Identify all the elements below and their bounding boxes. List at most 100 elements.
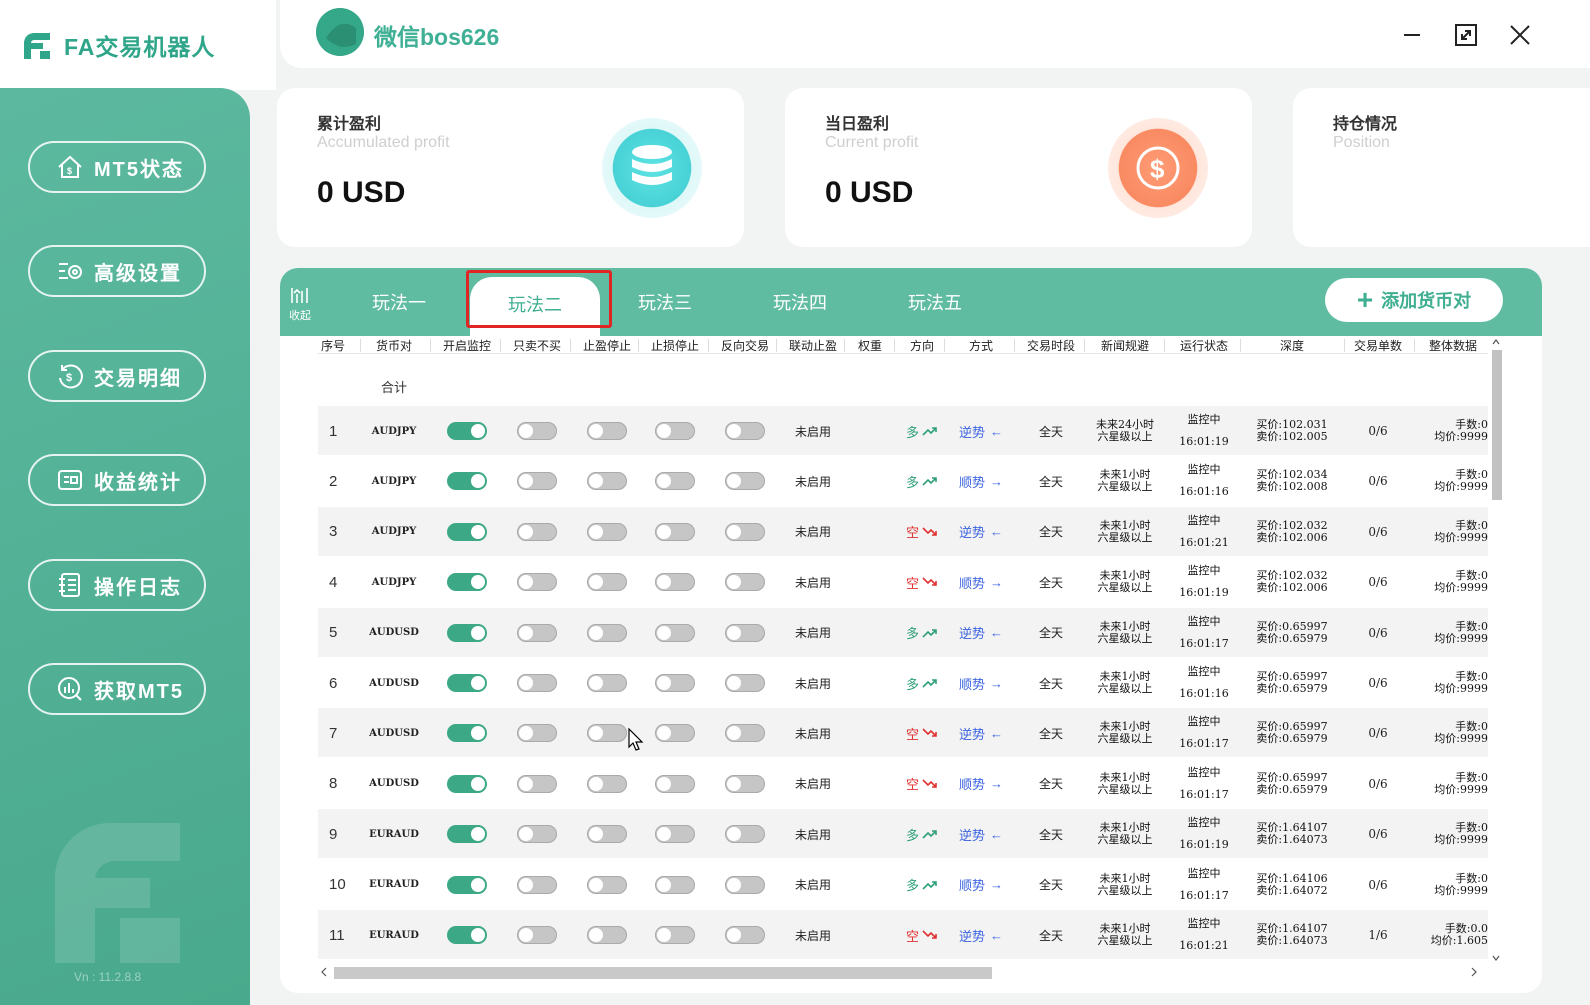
stop-loss-stop-toggle[interactable]	[655, 674, 695, 692]
take-profit-stop-toggle[interactable]	[587, 674, 627, 692]
monitor-toggle[interactable]	[447, 623, 487, 642]
tab-mode-3[interactable]: 玩法三	[600, 280, 730, 326]
run-status-cell: 监控中 16:01:17	[1168, 708, 1240, 758]
sell-only-toggle[interactable]	[517, 875, 557, 894]
currency-pair: AUDJPY	[371, 576, 417, 588]
tab-mode-5[interactable]: 玩法五	[870, 280, 1000, 326]
linked-tp-cell: 未启用	[780, 809, 846, 859]
monitor-toggle[interactable]	[447, 674, 487, 692]
reverse-trade-toggle[interactable]	[725, 623, 765, 642]
close-icon[interactable]	[1507, 22, 1533, 48]
take-profit-stop-toggle[interactable]	[587, 825, 627, 844]
monitor-toggle[interactable]	[447, 825, 487, 844]
scroll-up-icon[interactable]	[1490, 336, 1502, 348]
sell-price: 卖价:0.65979	[1256, 631, 1328, 645]
monitor-toggle[interactable]	[447, 573, 487, 592]
take-profit-stop-toggle[interactable]	[587, 573, 627, 592]
sell-only-toggle[interactable]	[517, 825, 557, 844]
minimize-icon[interactable]	[1399, 22, 1425, 48]
sidebar-item-operation-log[interactable]: 操作日志	[28, 559, 206, 611]
scroll-down-icon[interactable]	[1490, 952, 1502, 964]
stop-loss-stop-toggle[interactable]	[655, 774, 695, 793]
reverse-trade-toggle[interactable]	[725, 825, 765, 844]
take-profit-stop-toggle[interactable]	[587, 926, 627, 944]
take-profit-stop-toggle-cell	[574, 759, 640, 809]
tab-mode-4[interactable]: 玩法四	[735, 280, 865, 326]
reverse-trade-toggle[interactable]	[725, 522, 765, 541]
reverse-trade-toggle[interactable]	[725, 926, 765, 944]
take-profit-stop-toggle[interactable]	[587, 422, 627, 440]
monitor-toggle[interactable]	[447, 926, 487, 944]
news-window: 未来1小时	[1099, 619, 1151, 633]
sidebar-item-trade-details[interactable]: $ 交易明细	[28, 350, 206, 402]
maximize-icon[interactable]	[1453, 22, 1479, 48]
stop-loss-stop-toggle-cell	[642, 507, 708, 557]
vertical-scroll-thumb[interactable]	[1492, 350, 1502, 500]
reverse-trade-toggle[interactable]	[725, 472, 765, 491]
stop-loss-stop-toggle[interactable]	[655, 522, 695, 541]
sell-only-toggle[interactable]	[517, 774, 557, 793]
sidebar-item-advanced-settings[interactable]: 高级设置	[28, 245, 206, 297]
sell-only-toggle[interactable]	[517, 623, 557, 642]
collapse-button[interactable]: 收起	[288, 286, 312, 323]
weight-cell	[848, 608, 892, 658]
sell-only-toggle[interactable]	[517, 674, 557, 692]
trading-session: 全天	[1038, 525, 1063, 540]
depth-cell: 买价:0.65997 卖价:0.65979	[1244, 708, 1340, 758]
reverse-trade-toggle[interactable]	[725, 422, 765, 440]
stop-loss-stop-toggle[interactable]	[655, 472, 695, 491]
sell-only-toggle[interactable]	[517, 926, 557, 944]
sell-only-toggle-cell	[504, 860, 570, 910]
take-profit-stop-toggle[interactable]	[587, 472, 627, 491]
stop-loss-stop-toggle[interactable]	[655, 926, 695, 944]
sidebar-item-mt5-status[interactable]: $ MT5状态	[28, 141, 206, 193]
add-currency-pair-button[interactable]: + 添加货币对	[1325, 278, 1503, 322]
scroll-left-icon[interactable]	[318, 964, 330, 980]
sell-only-toggle[interactable]	[517, 724, 557, 743]
sell-only-toggle[interactable]	[517, 573, 557, 592]
monitor-toggle[interactable]	[447, 724, 487, 743]
horizontal-scroll-thumb[interactable]	[334, 967, 992, 979]
scroll-right-icon[interactable]	[1468, 964, 1480, 980]
take-profit-stop-toggle[interactable]	[587, 774, 627, 793]
take-profit-stop-toggle[interactable]	[587, 724, 627, 743]
mode-cell: 逆势 ←	[948, 910, 1014, 960]
take-profit-stop-toggle[interactable]	[587, 875, 627, 894]
column-header: 开启监控	[442, 339, 491, 353]
sidebar-item-get-mt5[interactable]: 获取MT5	[28, 663, 206, 715]
sidebar-item-profit-stats[interactable]: 收益统计	[28, 454, 206, 506]
sell-only-toggle[interactable]	[517, 472, 557, 491]
trading-session: 全天	[1038, 575, 1063, 590]
tab-mode-1[interactable]: 玩法一	[334, 280, 464, 326]
direction-label: 空	[905, 928, 919, 944]
take-profit-stop-toggle[interactable]	[587, 522, 627, 541]
monitor-toggle-cell	[434, 860, 500, 910]
tab-mode-2[interactable]: 玩法二	[470, 277, 600, 336]
stop-loss-stop-toggle[interactable]	[655, 825, 695, 844]
stop-loss-stop-toggle[interactable]	[655, 875, 695, 894]
sell-only-toggle-cell	[504, 456, 570, 506]
reverse-trade-toggle[interactable]	[725, 724, 765, 743]
average-price: 均价:9999	[1434, 581, 1488, 595]
linked-tp-cell: 未启用	[780, 658, 846, 708]
sell-only-toggle[interactable]	[517, 422, 557, 440]
vertical-scrollbar[interactable]	[1490, 336, 1502, 964]
sell-only-toggle[interactable]	[517, 522, 557, 541]
reverse-trade-toggle[interactable]	[725, 875, 765, 894]
monitor-toggle[interactable]	[447, 875, 487, 894]
monitor-toggle[interactable]	[447, 522, 487, 541]
pair-cell: AUDJPY	[364, 406, 424, 456]
horizontal-scrollbar[interactable]	[318, 964, 1488, 980]
stop-loss-stop-toggle[interactable]	[655, 422, 695, 440]
stop-loss-stop-toggle[interactable]	[655, 724, 695, 743]
monitor-toggle[interactable]	[447, 774, 487, 793]
reverse-trade-toggle[interactable]	[725, 674, 765, 692]
news-level: 六星级以上	[1097, 934, 1153, 947]
stop-loss-stop-toggle[interactable]	[655, 573, 695, 592]
reverse-trade-toggle[interactable]	[725, 774, 765, 793]
stop-loss-stop-toggle[interactable]	[655, 623, 695, 642]
take-profit-stop-toggle[interactable]	[587, 623, 627, 642]
monitor-toggle[interactable]	[447, 422, 487, 440]
monitor-toggle[interactable]	[447, 472, 487, 491]
reverse-trade-toggle[interactable]	[725, 573, 765, 592]
